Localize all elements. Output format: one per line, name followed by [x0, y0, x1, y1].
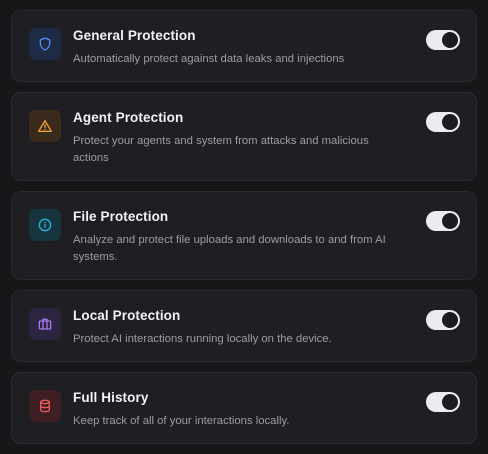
general-protection-card: General Protection Automatically protect…: [11, 10, 477, 82]
file-protection-title: File Protection: [73, 209, 169, 224]
shield-icon: [37, 36, 53, 52]
file-protection-card: File Protection Analyze and protect file…: [11, 191, 477, 280]
full-history-card: Full History Keep track of all of your i…: [11, 372, 477, 444]
agent-protection-card: Agent Protection Protect your agents and…: [11, 92, 477, 181]
local-protection-title: Local Protection: [73, 308, 181, 323]
toggle-knob: [442, 394, 458, 410]
full-history-icon-box: [29, 390, 61, 422]
file-protection-icon-box: [29, 209, 61, 241]
toggle-knob: [442, 213, 458, 229]
file-protection-toggle[interactable]: [426, 211, 460, 231]
database-icon: [37, 398, 53, 414]
info-circle-icon: [37, 217, 53, 233]
general-protection-toggle[interactable]: [426, 30, 460, 50]
toggle-knob: [442, 312, 458, 328]
agent-protection-title: Agent Protection: [73, 110, 184, 125]
full-history-title: Full History: [73, 390, 149, 405]
general-protection-title: General Protection: [73, 28, 196, 43]
file-protection-description: Analyze and protect file uploads and dow…: [73, 234, 386, 263]
protection-settings-list: General Protection Automatically protect…: [0, 0, 488, 454]
agent-protection-description: Protect your agents and system from atta…: [73, 135, 369, 164]
agent-protection-toggle[interactable]: [426, 112, 460, 132]
local-protection-card: Local Protection Protect AI interactions…: [11, 290, 477, 362]
local-protection-description: Protect AI interactions running locally …: [73, 333, 332, 345]
toggle-knob: [442, 32, 458, 48]
local-protection-icon-box: [29, 308, 61, 340]
full-history-description: Keep track of all of your interactions l…: [73, 415, 290, 427]
warning-triangle-icon: [37, 118, 53, 134]
local-protection-toggle[interactable]: [426, 310, 460, 330]
agent-protection-icon-box: [29, 110, 61, 142]
briefcase-icon: [37, 316, 53, 332]
general-protection-description: Automatically protect against data leaks…: [73, 53, 345, 65]
full-history-toggle[interactable]: [426, 392, 460, 412]
general-protection-icon-box: [29, 28, 61, 60]
toggle-knob: [442, 114, 458, 130]
